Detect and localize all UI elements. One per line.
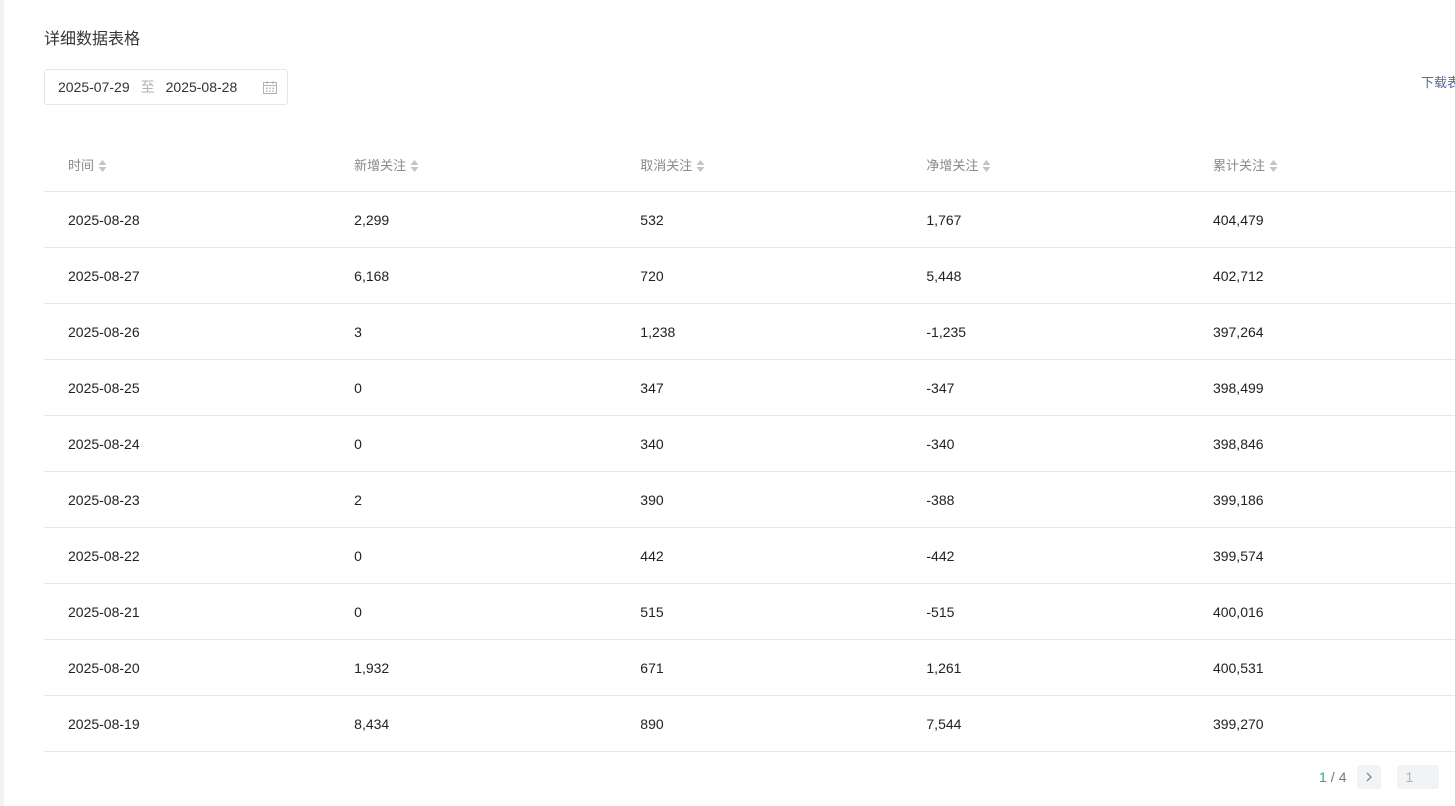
sort-icon[interactable] bbox=[982, 159, 991, 173]
table-row: 2025-08-23 2 390 -388 399,186 bbox=[44, 471, 1455, 528]
table-cell: 347 bbox=[616, 359, 903, 416]
date-range-picker[interactable]: 2025-07-29 至 2025-08-28 bbox=[44, 69, 288, 105]
table-row: 2025-08-20 1,932 671 1,261 400,531 bbox=[44, 639, 1455, 696]
table-cell: 402,712 bbox=[1188, 247, 1455, 304]
page-separator: / bbox=[1330, 769, 1335, 785]
table-cell: 399,270 bbox=[1188, 695, 1455, 752]
column-header-label: 新增关注 bbox=[354, 158, 407, 173]
table-cell: 2,299 bbox=[330, 191, 617, 248]
column-header-3[interactable]: 净增关注 bbox=[902, 138, 1189, 192]
table-cell: 2025-08-28 bbox=[44, 191, 331, 248]
table-cell: 0 bbox=[330, 415, 617, 472]
table-cell: -442 bbox=[902, 527, 1189, 584]
table-cell: 2025-08-20 bbox=[44, 639, 331, 696]
table-row: 2025-08-26 3 1,238 -1,235 397,264 bbox=[44, 303, 1455, 360]
table-cell: 5,448 bbox=[902, 247, 1189, 304]
calendar-icon[interactable] bbox=[263, 81, 277, 94]
data-table: 时间 新增关注 取消关注 净增关注 累计关注 2025-08-28 2,299 532 1,7… bbox=[44, 138, 1455, 752]
table-cell: 720 bbox=[616, 247, 903, 304]
chevron-right-icon bbox=[1367, 772, 1373, 782]
table-row: 2025-08-28 2,299 532 1,767 404,479 bbox=[44, 191, 1455, 248]
column-header-label: 累计关注 bbox=[1212, 158, 1265, 173]
current-page: 1 bbox=[1319, 769, 1327, 785]
table-cell: 890 bbox=[616, 695, 903, 752]
table-cell: 1,238 bbox=[616, 303, 903, 360]
download-table-link[interactable]: 下载表 bbox=[1421, 72, 1455, 91]
sort-icon[interactable] bbox=[98, 159, 107, 173]
table-header-row: 时间 新增关注 取消关注 净增关注 累计关注 bbox=[44, 138, 1455, 192]
column-header-label: 时间 bbox=[68, 158, 95, 173]
table-cell: -515 bbox=[902, 583, 1189, 640]
table-body: 2025-08-28 2,299 532 1,767 404,479 2025-08-27… bbox=[44, 191, 1455, 752]
table-cell: 400,531 bbox=[1188, 639, 1455, 696]
table-cell: 399,186 bbox=[1188, 471, 1455, 528]
section-title: 详细数据表格 bbox=[44, 31, 141, 48]
left-edge-divider bbox=[0, 0, 4, 806]
table-cell: 340 bbox=[616, 415, 903, 472]
table-cell: 2025-08-19 bbox=[44, 695, 331, 752]
table-cell: 2025-08-22 bbox=[44, 527, 331, 584]
table-cell: 400,016 bbox=[1188, 583, 1455, 640]
table-cell: 397,264 bbox=[1188, 303, 1455, 360]
table-cell: -340 bbox=[902, 415, 1189, 472]
table-cell: 2 bbox=[330, 471, 617, 528]
table-row: 2025-08-22 0 442 -442 399,574 bbox=[44, 527, 1455, 584]
table-cell: 1,932 bbox=[330, 639, 617, 696]
table-row: 2025-08-21 0 515 -515 400,016 bbox=[44, 583, 1455, 640]
column-header-4[interactable]: 累计关注 bbox=[1188, 138, 1455, 192]
table-cell: 0 bbox=[330, 359, 617, 416]
table-cell: 2025-08-24 bbox=[44, 415, 331, 472]
page-jump-input[interactable] bbox=[1397, 765, 1440, 789]
table-row: 2025-08-19 8,434 890 7,544 399,270 bbox=[44, 695, 1455, 752]
table-row: 2025-08-25 0 347 -347 398,499 bbox=[44, 359, 1455, 416]
table-cell: 2025-08-25 bbox=[44, 359, 331, 416]
table-cell: 6,168 bbox=[330, 247, 617, 304]
table-cell: 390 bbox=[616, 471, 903, 528]
column-header-2[interactable]: 取消关注 bbox=[616, 138, 903, 192]
start-date[interactable]: 2025-07-29 bbox=[58, 79, 130, 95]
table-cell: 398,499 bbox=[1188, 359, 1455, 416]
date-separator: 至 bbox=[140, 79, 155, 95]
detail-data-panel: 详细数据表格 2025-07-29 至 2025-08-28 下载表 时间 新增关… bbox=[44, 0, 1455, 806]
table-cell: 1,261 bbox=[902, 639, 1189, 696]
table-cell: 399,574 bbox=[1188, 527, 1455, 584]
table-cell: 8,434 bbox=[330, 695, 617, 752]
table-cell: 671 bbox=[616, 639, 903, 696]
table-cell: 3 bbox=[330, 303, 617, 360]
column-header-label: 取消关注 bbox=[640, 158, 693, 173]
table-cell: 2025-08-26 bbox=[44, 303, 331, 360]
pagination: 1 / 4 bbox=[1319, 765, 1440, 789]
next-page-button[interactable] bbox=[1357, 765, 1382, 789]
table-row: 2025-08-24 0 340 -340 398,846 bbox=[44, 415, 1455, 472]
column-header-1[interactable]: 新增关注 bbox=[330, 138, 617, 192]
total-pages: 4 bbox=[1338, 769, 1347, 785]
table-cell: -347 bbox=[902, 359, 1189, 416]
table-cell: 398,846 bbox=[1188, 415, 1455, 472]
sort-icon[interactable] bbox=[696, 159, 705, 173]
table-cell: -1,235 bbox=[902, 303, 1189, 360]
table-cell: -388 bbox=[902, 471, 1189, 528]
table-cell: 532 bbox=[616, 191, 903, 248]
table-row: 2025-08-27 6,168 720 5,448 402,712 bbox=[44, 247, 1455, 304]
table-cell: 2025-08-27 bbox=[44, 247, 331, 304]
sort-icon[interactable] bbox=[410, 159, 419, 173]
table-cell: 515 bbox=[616, 583, 903, 640]
column-header-label: 净增关注 bbox=[926, 158, 979, 173]
table-cell: 2025-08-21 bbox=[44, 583, 331, 640]
table-cell: 1,767 bbox=[902, 191, 1189, 248]
table-cell: 0 bbox=[330, 583, 617, 640]
table-cell: 442 bbox=[616, 527, 903, 584]
table-cell: 404,479 bbox=[1188, 191, 1455, 248]
end-date[interactable]: 2025-08-28 bbox=[166, 79, 238, 95]
column-header-0[interactable]: 时间 bbox=[44, 138, 331, 192]
table-cell: 7,544 bbox=[902, 695, 1189, 752]
table-cell: 2025-08-23 bbox=[44, 471, 331, 528]
sort-icon[interactable] bbox=[1269, 159, 1278, 173]
table-cell: 0 bbox=[330, 527, 617, 584]
